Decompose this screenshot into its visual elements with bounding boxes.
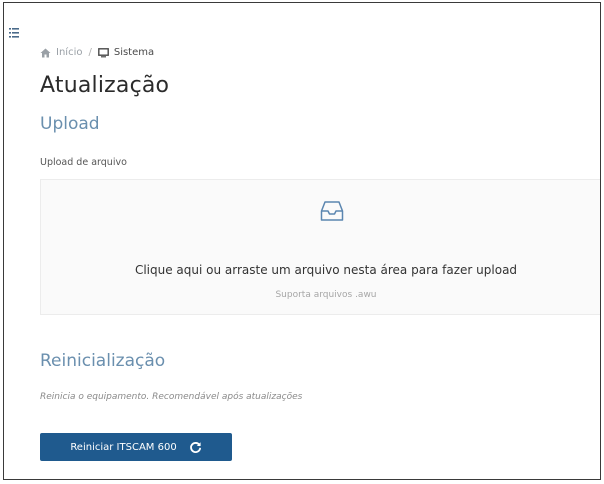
- inbox-icon: [320, 200, 344, 222]
- dropzone-text: Clique aqui ou arraste um arquivo nesta …: [134, 263, 518, 277]
- reboot-button-label: Reiniciar ITSCAM 600: [70, 441, 177, 453]
- list-menu-icon[interactable]: [9, 27, 19, 39]
- reboot-section-title: Reinicialização: [40, 351, 166, 371]
- breadcrumb-separator: /: [88, 47, 92, 58]
- breadcrumb: Início / Sistema: [40, 47, 154, 58]
- breadcrumb-home-label: Início: [56, 47, 83, 58]
- reboot-button[interactable]: Reiniciar ITSCAM 600: [40, 433, 232, 461]
- reboot-description: Reinicia o equipamento. Recomendável apó…: [40, 392, 303, 402]
- app-window: Início / Sistema Atualização Upload Uplo…: [3, 2, 601, 480]
- dropzone-hint: Suporta arquivos .awu: [275, 290, 377, 300]
- breadcrumb-system[interactable]: Sistema: [97, 47, 155, 58]
- breadcrumb-home[interactable]: Início: [40, 47, 82, 58]
- upload-section-title: Upload: [40, 114, 100, 134]
- home-icon: [40, 48, 56, 58]
- breadcrumb-system-label: Sistema: [113, 47, 155, 58]
- page-title: Atualização: [40, 73, 170, 98]
- monitor-icon: [97, 47, 114, 58]
- upload-field-label: Upload de arquivo: [40, 157, 127, 168]
- reload-icon: [189, 441, 202, 454]
- upload-dropzone[interactable]: Clique aqui ou arraste um arquivo nesta …: [40, 179, 600, 315]
